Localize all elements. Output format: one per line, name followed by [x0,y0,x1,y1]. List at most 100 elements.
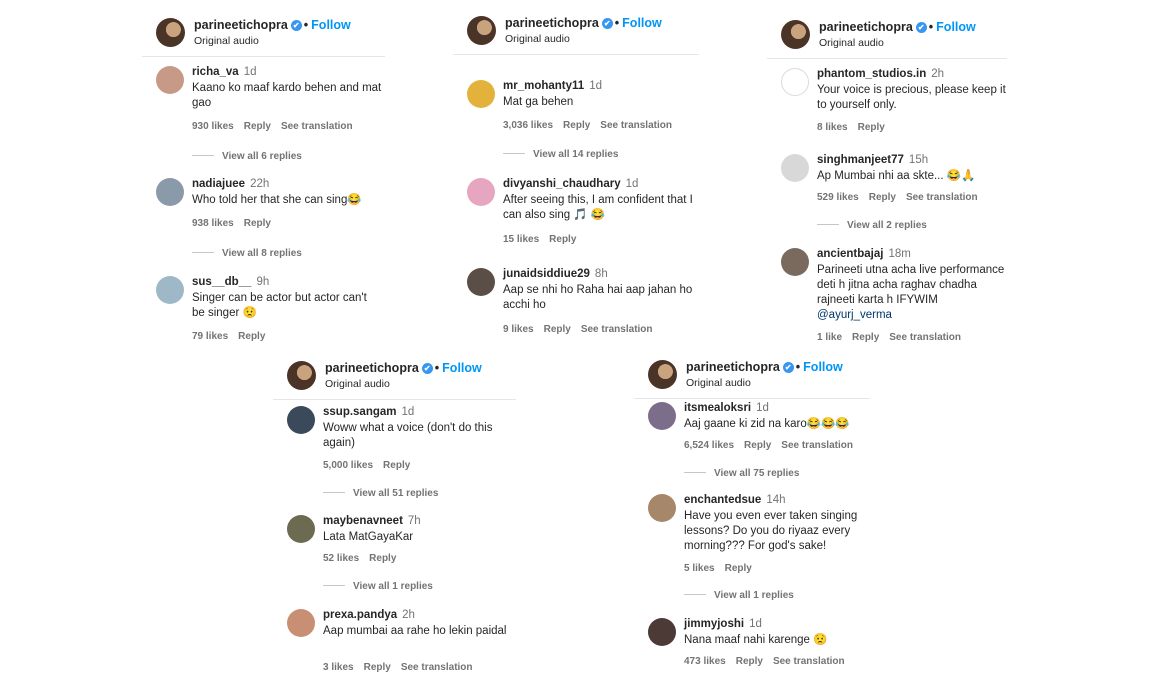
separator-dot: • [303,18,309,32]
view-replies-button[interactable]: View all 14 replies [503,149,618,160]
likes-count[interactable]: 938 likes [192,218,234,229]
comment-username[interactable]: divyanshi_chaudhary [503,178,621,190]
avatar[interactable] [467,16,496,45]
divider [634,398,870,399]
view-replies-button[interactable]: View all 51 replies [323,488,438,499]
likes-count[interactable]: 9 likes [503,324,534,335]
comment-username[interactable]: mr_mohanty11 [503,80,584,92]
author-username[interactable]: parineetichopra [325,361,419,375]
avatar[interactable] [287,609,315,637]
avatar[interactable] [781,68,809,96]
reply-button[interactable]: Reply [869,192,896,203]
see-translation-button[interactable]: See translation [781,440,853,451]
reply-button[interactable]: Reply [563,120,590,131]
likes-count[interactable]: 5 likes [684,563,715,574]
comment-username[interactable]: sus__db__ [192,276,251,288]
comment-username[interactable]: prexa.pandya [323,609,397,621]
view-replies-button[interactable]: View all 1 replies [684,590,794,601]
comment-username[interactable]: nadiajuee [192,178,245,190]
avatar[interactable] [467,80,495,108]
reply-button[interactable]: Reply [369,553,396,564]
avatar[interactable] [467,268,495,296]
reply-button[interactable]: Reply [244,218,271,229]
likes-count[interactable]: 3 likes [323,662,354,673]
avatar[interactable] [287,361,316,390]
see-translation-button[interactable]: See translation [773,656,845,667]
avatar[interactable] [648,494,676,522]
avatar[interactable] [648,402,676,430]
view-replies-button[interactable]: View all 75 replies [684,468,799,479]
see-translation-button[interactable]: See translation [600,120,672,131]
reply-button[interactable]: Reply [736,656,763,667]
comment-username[interactable]: ancientbajaj [817,248,883,260]
avatar[interactable] [781,20,810,49]
comment-username[interactable]: junaidsiddiue29 [503,268,590,280]
reply-button[interactable]: Reply [544,324,571,335]
reply-button[interactable]: Reply [744,440,771,451]
reply-button[interactable]: Reply [238,331,265,342]
comment-username[interactable]: singhmanjeet77 [817,154,904,166]
avatar[interactable] [648,618,676,646]
likes-count[interactable]: 8 likes [817,122,848,133]
comment-username[interactable]: ssup.sangam [323,406,397,418]
mention-link[interactable]: @ayurj_verma [817,309,892,321]
avatar[interactable] [781,248,809,276]
see-translation-button[interactable]: See translation [401,662,473,673]
reply-button[interactable]: Reply [244,121,271,132]
comment-username[interactable]: jimmyjoshi [684,618,744,630]
audio-label[interactable]: Original audio [194,35,259,47]
avatar[interactable] [781,154,809,182]
comment-username[interactable]: richa_va [192,66,239,78]
likes-count[interactable]: 473 likes [684,656,726,667]
author-username[interactable]: parineetichopra [686,360,780,374]
comment-username[interactable]: maybenavneet [323,515,403,527]
likes-count[interactable]: 529 likes [817,192,859,203]
view-replies-button[interactable]: View all 2 replies [817,220,927,231]
audio-label[interactable]: Original audio [325,378,390,390]
comment-time: 1d [401,406,415,418]
comment-username[interactable]: phantom_studios.in [817,68,926,80]
reply-button[interactable]: Reply [383,460,410,471]
avatar[interactable] [156,18,185,47]
likes-count[interactable]: 930 likes [192,121,234,132]
avatar[interactable] [156,178,184,206]
avatar[interactable] [156,276,184,304]
avatar[interactable] [287,406,315,434]
likes-count[interactable]: 5,000 likes [323,460,373,471]
see-translation-button[interactable]: See translation [889,332,961,343]
follow-button[interactable]: Follow [803,360,843,374]
audio-label[interactable]: Original audio [819,37,884,49]
author-username[interactable]: parineetichopra [194,18,288,32]
likes-count[interactable]: 15 likes [503,234,539,245]
follow-button[interactable]: Follow [936,20,976,34]
follow-button[interactable]: Follow [442,361,482,375]
likes-count[interactable]: 79 likes [192,331,228,342]
avatar[interactable] [648,360,677,389]
follow-button[interactable]: Follow [622,16,662,30]
view-replies-button[interactable]: View all 8 replies [192,248,302,259]
see-translation-button[interactable]: See translation [581,324,653,335]
see-translation-button[interactable]: See translation [906,192,978,203]
see-translation-button[interactable]: See translation [281,121,353,132]
reply-button[interactable]: Reply [549,234,576,245]
audio-label[interactable]: Original audio [686,377,751,389]
avatar[interactable] [156,66,184,94]
comment-username[interactable]: enchantedsue [684,494,761,506]
reply-button[interactable]: Reply [858,122,885,133]
author-username[interactable]: parineetichopra [819,20,913,34]
likes-count[interactable]: 3,036 likes [503,120,553,131]
reply-button[interactable]: Reply [725,563,752,574]
likes-count[interactable]: 6,524 likes [684,440,734,451]
avatar[interactable] [467,178,495,206]
comment-username[interactable]: itsmealoksri [684,402,751,414]
likes-count[interactable]: 52 likes [323,553,359,564]
reply-button[interactable]: Reply [364,662,391,673]
reply-button[interactable]: Reply [852,332,879,343]
view-replies-button[interactable]: View all 6 replies [192,151,302,162]
avatar[interactable] [287,515,315,543]
audio-label[interactable]: Original audio [505,33,570,45]
likes-count[interactable]: 1 like [817,332,842,343]
follow-button[interactable]: Follow [311,18,351,32]
view-replies-button[interactable]: View all 1 replies [323,581,433,592]
author-username[interactable]: parineetichopra [505,16,599,30]
